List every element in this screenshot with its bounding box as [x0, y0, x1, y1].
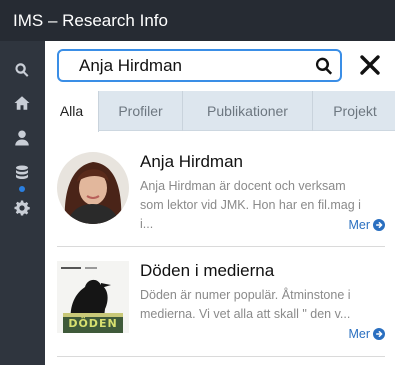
main-panel: Alla Profiler Publikationer Projekt Anja… — [45, 41, 395, 365]
search-row — [45, 41, 395, 91]
cover-text: DÖDEN — [68, 317, 118, 330]
title-bar: IMS – Research Info — [0, 0, 395, 41]
tab-projekt[interactable]: Projekt — [313, 91, 395, 131]
result-title[interactable]: Anja Hirdman — [140, 152, 243, 172]
sidebar-home-icon[interactable] — [11, 92, 33, 114]
publication-cover: DÖDEN — [57, 261, 129, 333]
more-link[interactable]: Mer — [348, 218, 385, 232]
tab-profiler[interactable]: Profiler — [99, 91, 183, 131]
search-input[interactable] — [79, 54, 304, 78]
sidebar-database-icon[interactable] — [11, 162, 33, 184]
profile-photo — [57, 152, 129, 224]
sidebar-search-icon[interactable] — [11, 59, 33, 81]
search-box[interactable] — [57, 49, 342, 82]
tab-alla[interactable]: Alla — [45, 91, 99, 132]
tab-bar: Alla Profiler Publikationer Projekt — [45, 91, 395, 132]
arrow-right-circle-icon — [373, 328, 385, 340]
sidebar — [0, 41, 45, 365]
result-item[interactable]: Anja Hirdman Anja Hirdman är docent och … — [57, 144, 385, 247]
search-button-icon[interactable] — [314, 56, 334, 76]
sidebar-gear-icon[interactable] — [11, 197, 33, 219]
result-item[interactable]: DÖDEN Döden i medierna Döden är numer po… — [57, 247, 385, 357]
sidebar-user-icon[interactable] — [11, 127, 33, 149]
close-icon[interactable] — [358, 53, 382, 77]
result-title[interactable]: Döden i medierna — [140, 261, 274, 281]
tab-publikationer[interactable]: Publikationer — [183, 91, 313, 131]
result-description: Döden är numer populär. Åtminstone i med… — [140, 288, 351, 321]
arrow-right-circle-icon — [373, 219, 385, 231]
app-title: IMS – Research Info — [13, 11, 168, 30]
active-indicator — [19, 186, 25, 192]
more-link[interactable]: Mer — [348, 327, 385, 341]
